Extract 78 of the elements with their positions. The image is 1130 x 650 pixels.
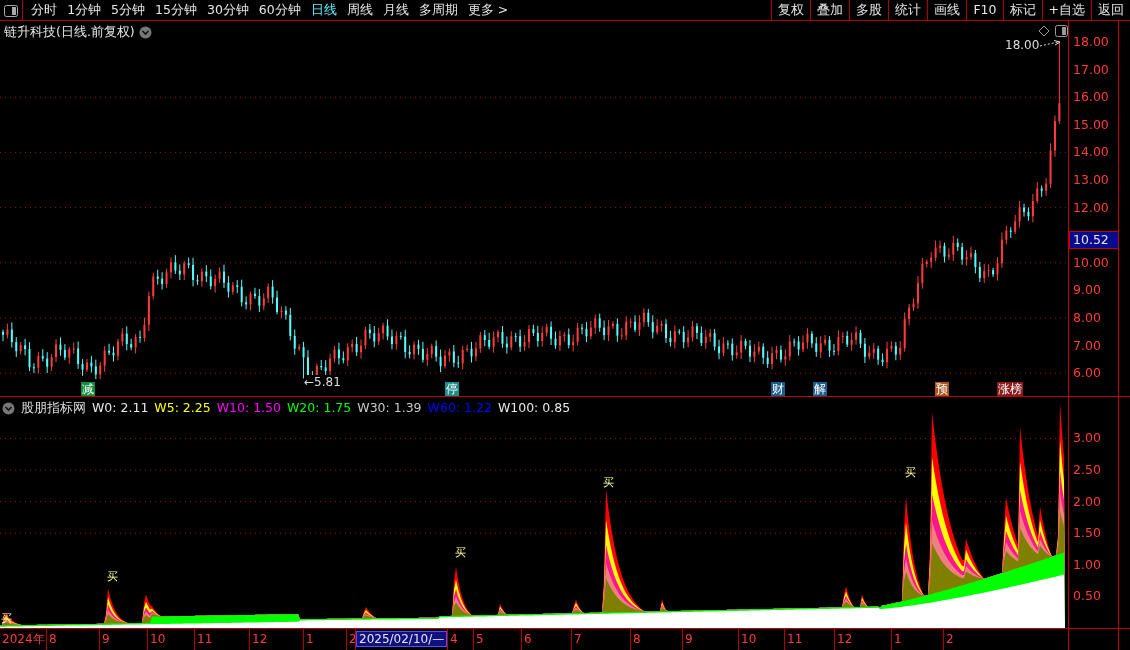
axis-label: 10.00 bbox=[1073, 255, 1109, 270]
date-label: 7 bbox=[573, 631, 583, 647]
legend-value: W30: 1.39 bbox=[357, 399, 422, 417]
dropdown-icon[interactable] bbox=[138, 25, 152, 39]
period-tab[interactable]: 15分钟 bbox=[150, 0, 202, 20]
date-label: 1 bbox=[893, 631, 903, 647]
arrow-icon bbox=[1039, 40, 1061, 48]
period-tab[interactable]: 分时 bbox=[26, 0, 63, 20]
legend-value: W5: 2.25 bbox=[154, 399, 211, 417]
period-tab[interactable]: 多周期 bbox=[413, 0, 463, 20]
axis-label: 2.00 bbox=[1073, 494, 1101, 509]
period-tab[interactable]: 日线 bbox=[305, 0, 342, 20]
date-label: 11 bbox=[196, 631, 214, 647]
buy-signal: 买 bbox=[1, 613, 12, 625]
axis-label: 12.00 bbox=[1073, 200, 1109, 215]
axis-label: 6.00 bbox=[1073, 366, 1101, 381]
event-marker[interactable]: 停 bbox=[445, 382, 459, 396]
axis-label: 1.00 bbox=[1073, 557, 1101, 572]
date-label: 4 bbox=[449, 631, 459, 647]
diamond-icon[interactable] bbox=[1038, 25, 1050, 37]
axis-label: 17.00 bbox=[1073, 62, 1109, 77]
axis-label: 3.00 bbox=[1073, 431, 1101, 446]
panel-toggle-icon[interactable] bbox=[1055, 25, 1068, 37]
legend-value: W100: 0.85 bbox=[497, 399, 571, 417]
date-label: 9 bbox=[684, 631, 694, 647]
buy-signal: 买 bbox=[603, 477, 614, 489]
event-marker[interactable]: 减 bbox=[81, 382, 95, 396]
date-label: 11 bbox=[786, 631, 804, 647]
panel-toggle-icon[interactable] bbox=[4, 4, 18, 17]
event-marker[interactable]: 财 bbox=[771, 382, 785, 396]
period-tab[interactable]: 5分钟 bbox=[106, 0, 151, 20]
axis-label: 8.00 bbox=[1073, 311, 1101, 325]
date-label: 5 bbox=[475, 631, 485, 647]
date-label: 2 bbox=[945, 631, 955, 647]
stock-title: 链升科技(日线.前复权) bbox=[4, 23, 135, 41]
event-marker[interactable]: 涨榜 bbox=[997, 382, 1023, 396]
axis-label: 2.50 bbox=[1073, 463, 1101, 477]
legend-value: W10: 1.50 bbox=[216, 399, 281, 417]
buy-signal: 买 bbox=[455, 547, 466, 559]
current-price-tag: 10.52 bbox=[1069, 231, 1119, 249]
axis-label: 16.00 bbox=[1073, 90, 1109, 105]
date-label: 9 bbox=[101, 631, 111, 647]
legend-value: W0: 2.11 bbox=[92, 399, 149, 417]
event-marker[interactable]: 预 bbox=[935, 382, 949, 396]
period-tab[interactable]: 60分钟 bbox=[253, 0, 306, 20]
date-label: 8 bbox=[48, 631, 58, 647]
legend-value: W20: 1.75 bbox=[287, 399, 352, 417]
date-label: 8 bbox=[632, 631, 642, 647]
indicator-name: 股朋指标网 bbox=[21, 399, 86, 417]
axis-label: 7.00 bbox=[1073, 338, 1101, 353]
axis-label: 0.50 bbox=[1073, 589, 1101, 604]
axis-label: 9.00 bbox=[1073, 283, 1101, 298]
buy-signal: 买 bbox=[905, 467, 916, 479]
dropdown-icon[interactable] bbox=[2, 401, 15, 415]
axis-label: 1.50 bbox=[1073, 526, 1101, 541]
low-price-label: ←5.81 bbox=[304, 375, 341, 389]
legend-value: W60: 1.22 bbox=[427, 399, 492, 417]
axis-label: 13.00 bbox=[1073, 173, 1109, 187]
date-label: 6 bbox=[523, 631, 533, 647]
buy-signal: 买 bbox=[107, 571, 118, 583]
date-label: 12 bbox=[836, 631, 854, 647]
date-label: 2 bbox=[348, 631, 358, 647]
period-tab[interactable]: 月线 bbox=[377, 0, 414, 20]
date-label: 12 bbox=[251, 631, 269, 647]
axis-label: 18.00 bbox=[1073, 35, 1109, 49]
event-marker[interactable]: 解 bbox=[813, 382, 827, 396]
date-label: 1 bbox=[305, 631, 315, 647]
period-tab[interactable]: 30分钟 bbox=[201, 0, 254, 20]
period-tab[interactable]: 周线 bbox=[341, 0, 378, 20]
axis-label: 14.00 bbox=[1073, 145, 1109, 160]
date-label: 2024年 bbox=[1, 631, 46, 647]
date-label: 2025/02/10/— bbox=[356, 631, 448, 647]
axis-label: 15.00 bbox=[1073, 117, 1109, 132]
date-label: 10 bbox=[740, 631, 758, 647]
period-tab[interactable]: 1分钟 bbox=[62, 0, 107, 20]
date-label: 10 bbox=[149, 631, 167, 647]
period-tab[interactable]: 更多 > bbox=[462, 0, 514, 20]
high-price-label: 18.00 bbox=[1005, 38, 1040, 52]
